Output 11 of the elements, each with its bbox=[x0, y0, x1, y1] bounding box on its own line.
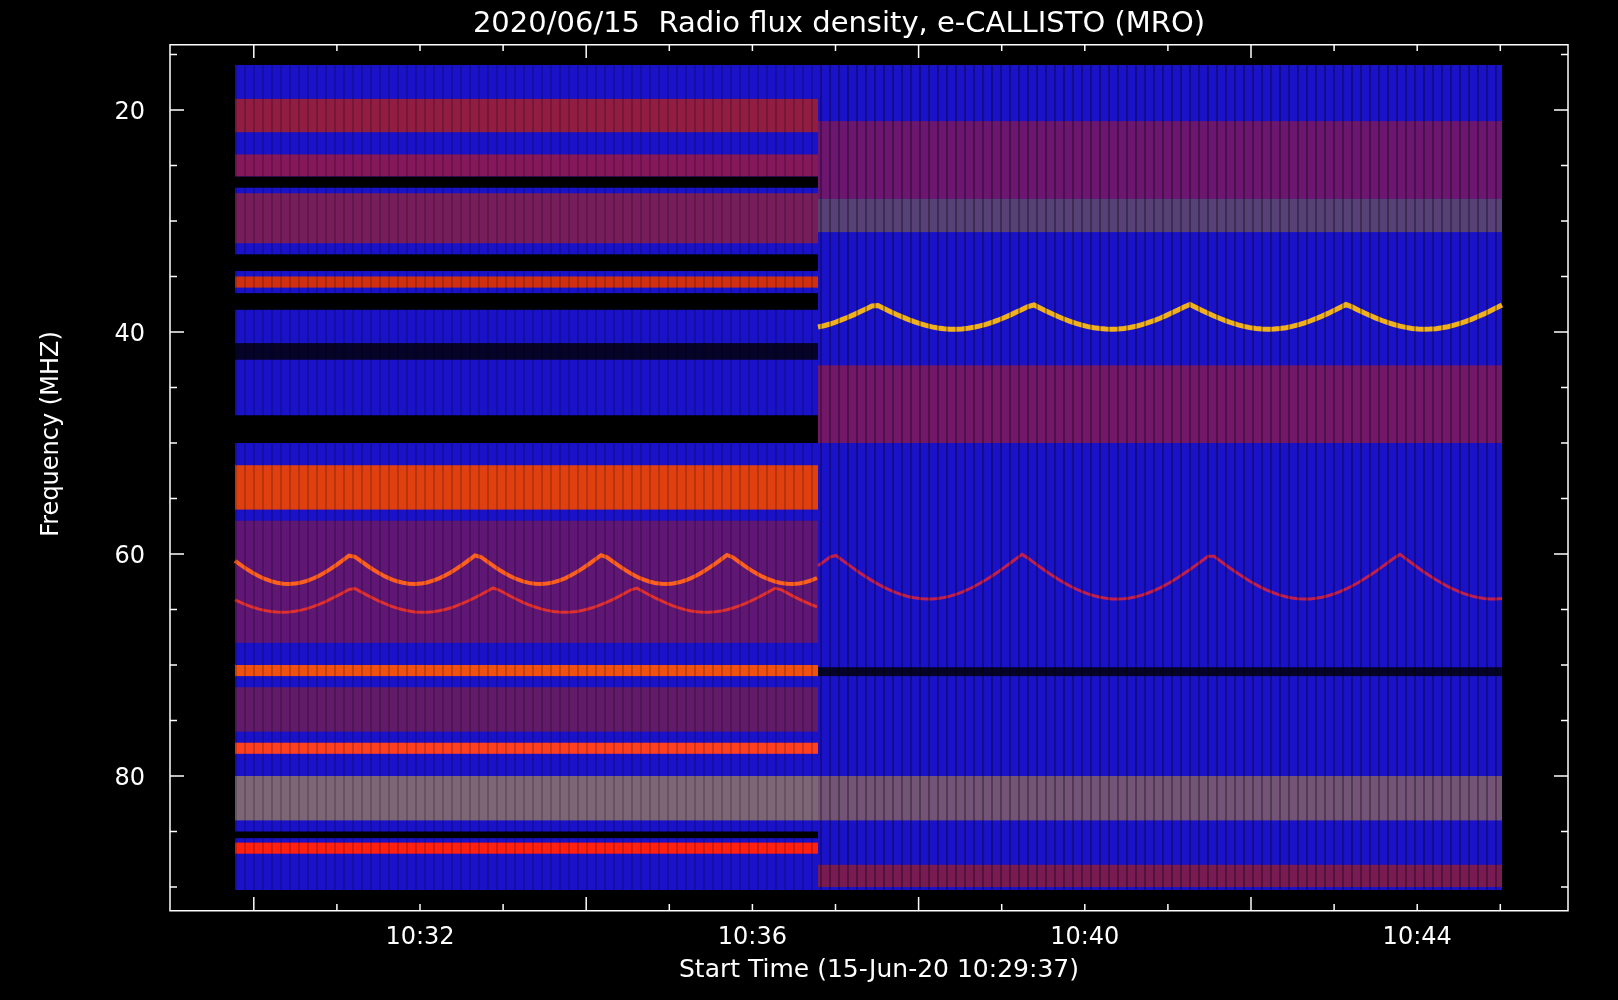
y-axis-label: Frequency (MHZ) bbox=[36, 331, 64, 539]
axis-tick-label: 20 bbox=[114, 97, 145, 125]
axis-tick-label: 10:40 bbox=[1050, 922, 1120, 950]
axis-tick-label: 10:44 bbox=[1382, 922, 1452, 950]
x-axis-label: Start Time (15-Jun-20 10:29:37) bbox=[679, 954, 1079, 983]
axis-tick-label: 10:32 bbox=[385, 922, 455, 950]
chart-title: 2020/06/15 Radio flux density, e-CALLISTO (MRO) bbox=[471, 5, 1206, 39]
axis-tick-label: 60 bbox=[114, 541, 145, 569]
axis-tick-label: 80 bbox=[114, 763, 145, 791]
axis-tick-label: 10:36 bbox=[717, 922, 787, 950]
axis-tick-label: 40 bbox=[114, 319, 145, 347]
